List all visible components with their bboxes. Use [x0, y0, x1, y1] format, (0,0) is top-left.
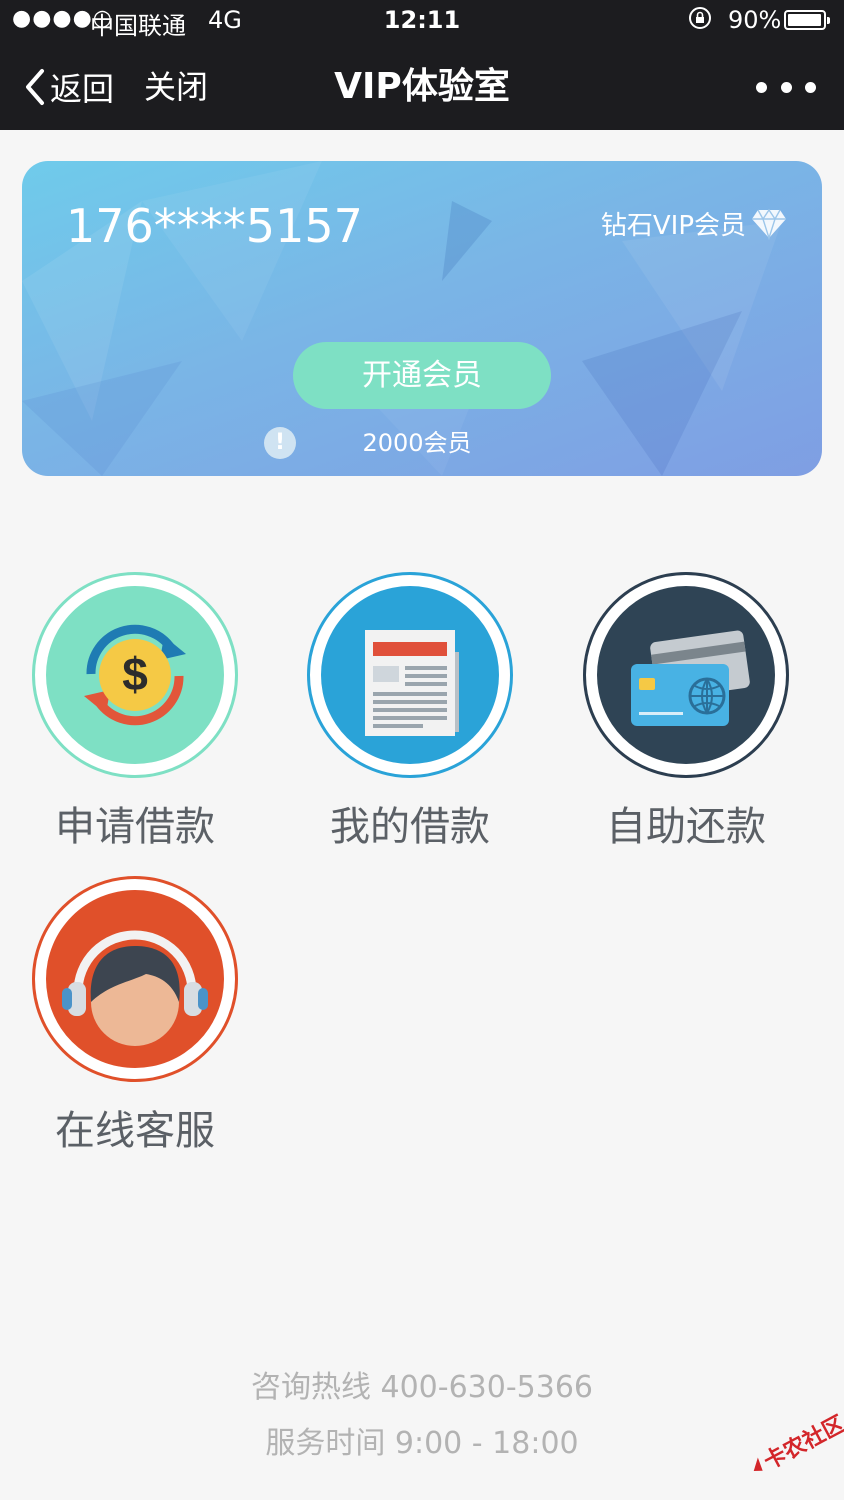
vip-level-label: 钻石VIP会员: [600, 211, 746, 241]
more-dots-icon: [756, 81, 767, 93]
my-loans-button[interactable]: 我的借款: [280, 572, 540, 852]
customer-service-icon: [46, 890, 224, 1068]
newspaper-icon: [321, 586, 499, 764]
rotation-lock-icon: [688, 6, 712, 36]
battery-percent: 90%: [728, 6, 782, 34]
online-service-label: 在线客服: [55, 1108, 215, 1154]
community-watermark-logo: 卡农社区: [740, 1410, 844, 1480]
apply-loan-button[interactable]: $ 申请借款: [5, 572, 265, 852]
self-repay-label: 自助还款: [606, 804, 766, 850]
open-membership-button[interactable]: 开通会员: [293, 342, 551, 409]
diamond-icon: [752, 208, 786, 240]
online-service-button[interactable]: 在线客服: [5, 876, 265, 1156]
vip-card: 176****5157 钻石VIP会员 开通会员 ! 2000会员: [22, 161, 822, 476]
navigation-bar: 返回 关闭 VIP体验室: [0, 44, 844, 130]
hotline-text: 咨询热线 400-630-5366: [250, 1370, 594, 1405]
bank-card-icon: [597, 586, 775, 764]
battery-icon: [784, 10, 830, 30]
my-loans-label: 我的借款: [330, 804, 490, 850]
status-time: 12:11: [383, 6, 461, 34]
apply-loan-label: 申请借款: [55, 804, 215, 850]
top-bar: ●●●●○ 中国联通 4G 12:11 90% 返回 关闭 VIP体验室: [0, 0, 844, 130]
money-exchange-icon: $: [46, 586, 224, 764]
info-icon[interactable]: !: [264, 427, 296, 459]
svg-text:$: $: [122, 648, 148, 700]
status-bar: ●●●●○ 中国联通 4G 12:11 90%: [0, 0, 844, 44]
page-title: VIP体验室: [334, 66, 510, 107]
member-phone-number: 176****5157: [66, 199, 363, 253]
more-menu-button[interactable]: [756, 64, 816, 110]
self-repay-button[interactable]: 自助还款: [556, 572, 816, 852]
membership-price: 2000会员: [362, 429, 472, 457]
service-hours-text: 服务时间 9:00 - 18:00: [265, 1426, 579, 1461]
svg-text:卡农社区: 卡农社区: [760, 1411, 844, 1475]
vip-level: 钻石VIP会员: [601, 205, 788, 242]
